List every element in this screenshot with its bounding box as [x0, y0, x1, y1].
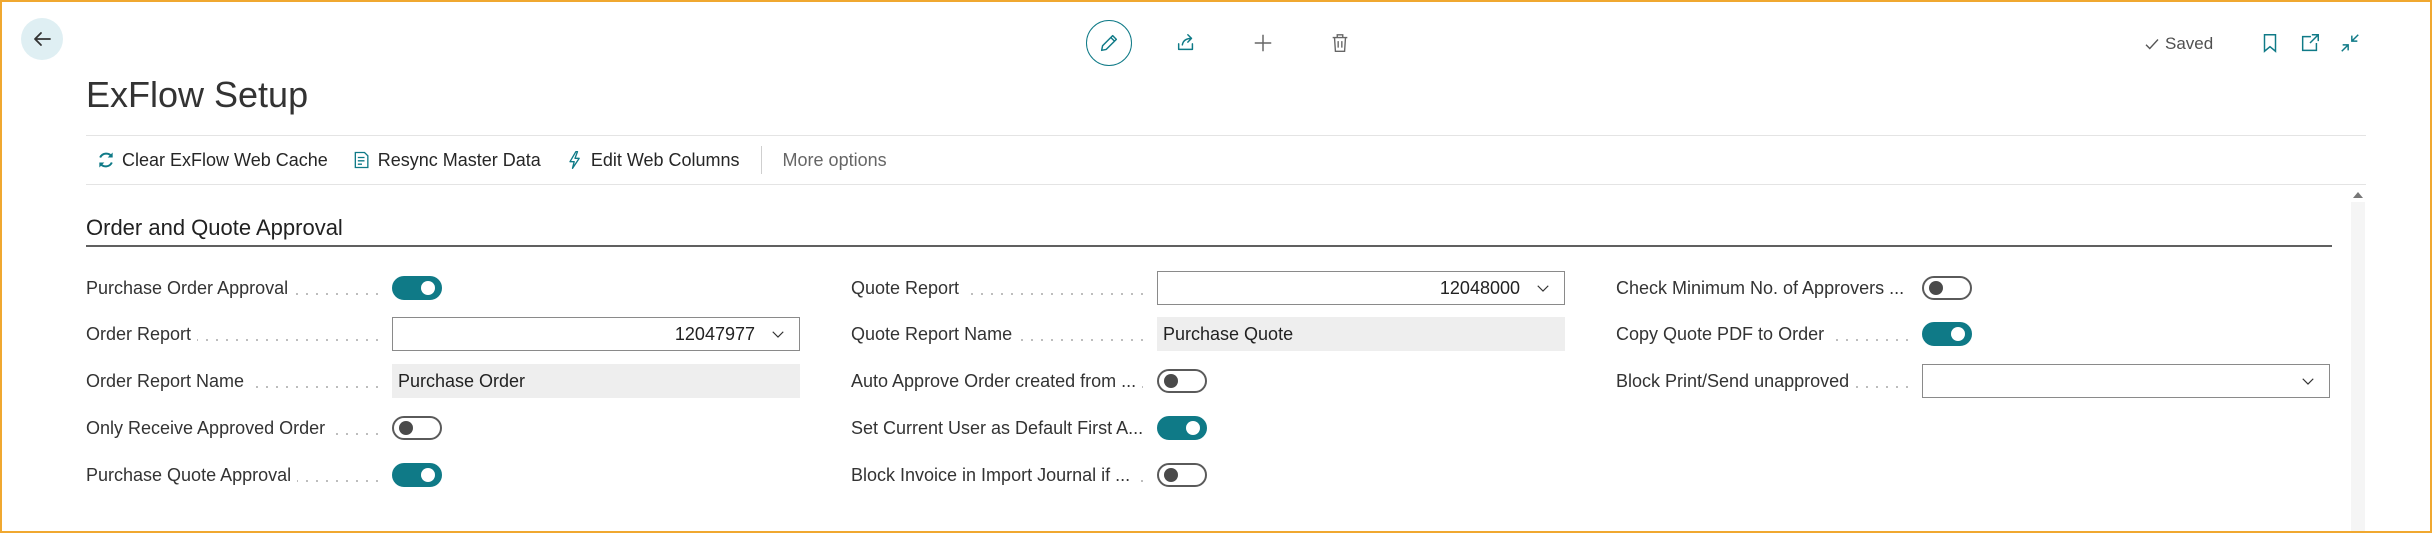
quote-report-name-label: Quote Report Name [851, 324, 1019, 344]
purchase-order-approval-label: Purchase Order Approval [86, 278, 295, 298]
set-current-user-default-label: Set Current User as Default First A... [851, 418, 1150, 438]
field-label: Quote Report [851, 271, 1157, 305]
refresh-icon [99, 152, 113, 168]
scroll-up-arrow-icon[interactable] [2351, 190, 2365, 200]
collapse-icon [2341, 34, 2359, 52]
field-label: Set Current User as Default First A... [851, 411, 1157, 445]
order-report-name-label: Order Report Name [86, 371, 251, 391]
back-arrow-icon [34, 32, 51, 46]
check-minimum-approvers-toggle[interactable] [1922, 276, 1972, 300]
auto-approve-order-toggle[interactable] [1157, 369, 1207, 393]
field-label: Auto Approve Order created from ... [851, 364, 1157, 398]
field-copy-quote-pdf: Copy Quote PDF to Order [1616, 317, 1972, 351]
auto-approve-order-label: Auto Approve Order created from ... [851, 371, 1143, 391]
edit-web-columns-action[interactable]: Edit Web Columns [565, 150, 740, 171]
field-order-report-name: Order Report Name Purchase Order [86, 364, 800, 398]
check-minimum-approvers-label: Check Minimum No. of Approvers ... [1616, 278, 1911, 298]
edit-button[interactable] [1086, 20, 1132, 66]
lightning-icon [569, 151, 580, 169]
purchase-quote-approval-label: Purchase Quote Approval [86, 465, 298, 485]
field-block-invoice-import-journal: Block Invoice in Import Journal if ... [851, 458, 1207, 492]
field-only-receive-approved-order: Only Receive Approved Order [86, 411, 442, 445]
block-invoice-import-journal-label: Block Invoice in Import Journal if ... [851, 465, 1137, 485]
edit-pencil-icon [1100, 34, 1118, 52]
quote-report-value: 12048000 [1439, 277, 1520, 298]
chevron-down-icon [1537, 285, 1549, 292]
field-check-minimum-approvers: Check Minimum No. of Approvers ... [1616, 271, 1972, 305]
collapse-button[interactable] [2336, 29, 2364, 57]
resync-action[interactable]: Resync Master Data [352, 150, 541, 171]
back-button[interactable] [21, 18, 63, 60]
open-new-window-button[interactable] [2296, 29, 2324, 57]
plus-icon [1254, 34, 1272, 52]
clear-cache-action[interactable]: Clear ExFlow Web Cache [96, 150, 328, 171]
share-button[interactable] [1163, 20, 1209, 66]
open-new-window-icon [2301, 34, 2319, 52]
copy-quote-pdf-toggle[interactable] [1922, 322, 1972, 346]
purchase-quote-approval-toggle[interactable] [392, 463, 442, 487]
field-order-report: Order Report 12047977 [86, 317, 800, 351]
bookmark-button[interactable] [2256, 29, 2284, 57]
field-label: Check Minimum No. of Approvers ... [1616, 271, 1922, 305]
field-quote-report-name: Quote Report Name Purchase Quote [851, 317, 1565, 351]
copy-quote-pdf-label: Copy Quote PDF to Order [1616, 324, 1831, 344]
field-label: Order Report [86, 317, 392, 351]
block-print-send-label: Block Print/Send unapproved [1616, 371, 1856, 391]
field-label: Only Receive Approved Order [86, 411, 392, 445]
new-button[interactable] [1240, 20, 1286, 66]
block-print-send-select[interactable] [1922, 364, 2330, 398]
order-report-value: 12047977 [674, 323, 755, 344]
field-auto-approve-order: Auto Approve Order created from ... [851, 364, 1207, 398]
quote-report-label: Quote Report [851, 278, 966, 298]
field-label: Copy Quote PDF to Order [1616, 317, 1922, 351]
field-label: Quote Report Name [851, 317, 1157, 351]
order-report-label: Order Report [86, 324, 198, 344]
field-quote-report: Quote Report 12048000 [851, 271, 1565, 305]
only-receive-approved-order-toggle[interactable] [392, 416, 442, 440]
block-invoice-import-journal-toggle[interactable] [1157, 463, 1207, 487]
action-bar: Clear ExFlow Web Cache Resync Master Dat… [86, 135, 2366, 185]
order-report-select[interactable]: 12047977 [392, 317, 800, 351]
field-set-current-user-default: Set Current User as Default First A... [851, 411, 1207, 445]
document-edit-icon [354, 151, 369, 169]
section-title: Order and Quote Approval [86, 215, 343, 240]
field-label: Order Report Name [86, 364, 392, 398]
field-label: Purchase Quote Approval [86, 458, 392, 492]
page-toolbar [1086, 20, 1394, 66]
saved-status: Saved [2143, 32, 2213, 56]
field-purchase-order-approval: Purchase Order Approval [86, 271, 442, 305]
window-controls [2256, 29, 2376, 57]
quote-report-select[interactable]: 12048000 [1157, 271, 1565, 305]
saved-label: Saved [2165, 34, 2214, 53]
quote-report-name-value: Purchase Quote [1157, 317, 1565, 351]
set-current-user-default-toggle[interactable] [1157, 416, 1207, 440]
resync-label: Resync Master Data [377, 149, 541, 170]
clear-cache-label: Clear ExFlow Web Cache [122, 149, 328, 170]
only-receive-approved-order-label: Only Receive Approved Order [86, 418, 332, 438]
field-label: Purchase Order Approval [86, 271, 392, 305]
more-options-button[interactable]: More options [783, 150, 887, 171]
action-divider [760, 146, 762, 174]
field-label: Block Invoice in Import Journal if ... [851, 458, 1157, 492]
field-label: Block Print/Send unapproved [1616, 364, 1922, 398]
field-purchase-quote-approval: Purchase Quote Approval [86, 458, 442, 492]
check-icon [2145, 39, 2159, 50]
section-divider [86, 245, 2332, 247]
window-frame [0, 0, 2432, 533]
delete-button[interactable] [1317, 20, 1363, 66]
trash-icon [1332, 34, 1348, 52]
share-icon [1177, 34, 1194, 51]
scrollbar[interactable] [2351, 202, 2365, 531]
order-report-name-value: Purchase Order [392, 364, 800, 398]
purchase-order-approval-toggle[interactable] [392, 276, 442, 300]
field-block-print-send: Block Print/Send unapproved [1616, 364, 2330, 398]
bookmark-icon [2263, 34, 2277, 53]
chevron-down-icon [772, 331, 784, 338]
edit-web-columns-label: Edit Web Columns [590, 149, 740, 170]
chevron-down-icon [2302, 378, 2314, 385]
page-title: ExFlow Setup [86, 74, 309, 115]
